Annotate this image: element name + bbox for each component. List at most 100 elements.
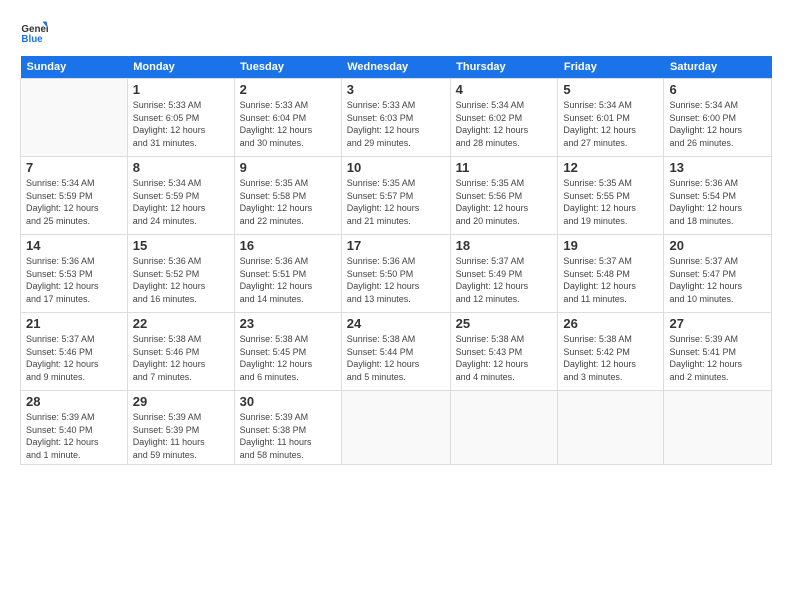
calendar-cell: 20 Sunrise: 5:37 AM Sunset: 5:47 PM Dayli… [664,235,772,313]
day-number: 20 [669,238,766,253]
day-number: 19 [563,238,658,253]
calendar-cell: 28Sunrise: 5:39 AM Sunset: 5:40 PM Dayli… [21,391,128,465]
calendar-cell: 23 Sunrise: 5:38 AM Sunset: 5:45 PM Dayli… [234,313,341,391]
calendar-week-row: 21 Sunrise: 5:37 AM Sunset: 5:46 PM Dayli… [21,313,772,391]
calendar-cell: 1 Sunrise: 5:33 AM Sunset: 6:05 PM Daylig… [127,79,234,157]
calendar-cell: 4 Sunrise: 5:34 AM Sunset: 6:02 PM Daylig… [450,79,558,157]
calendar-cell: 14 Sunrise: 5:36 AM Sunset: 5:53 PM Dayli… [21,235,128,313]
logo: General Blue [20,18,48,46]
day-info: Sunrise: 5:35 AM Sunset: 5:56 PM Dayligh… [456,177,553,227]
calendar-week-row: 14 Sunrise: 5:36 AM Sunset: 5:53 PM Dayli… [21,235,772,313]
calendar-cell [664,391,772,465]
calendar-cell: 10 Sunrise: 5:35 AM Sunset: 5:57 PM Dayli… [341,157,450,235]
day-info: Sunrise: 5:34 AM Sunset: 6:01 PM Dayligh… [563,99,658,149]
day-info: Sunrise: 5:38 AM Sunset: 5:44 PM Dayligh… [347,333,445,383]
day-number: 22 [133,316,229,331]
day-info: Sunrise: 5:37 AM Sunset: 5:49 PM Dayligh… [456,255,553,305]
day-number: 25 [456,316,553,331]
day-number: 24 [347,316,445,331]
day-number: 2 [240,82,336,97]
day-info: Sunrise: 5:35 AM Sunset: 5:57 PM Dayligh… [347,177,445,227]
calendar-week-row: 7 Sunrise: 5:34 AM Sunset: 5:59 PM Daylig… [21,157,772,235]
day-info: Sunrise: 5:35 AM Sunset: 5:55 PM Dayligh… [563,177,658,227]
day-info: Sunrise: 5:36 AM Sunset: 5:53 PM Dayligh… [26,255,122,305]
day-number: 6 [669,82,766,97]
day-info: Sunrise: 5:38 AM Sunset: 5:45 PM Dayligh… [240,333,336,383]
day-info: Sunrise: 5:34 AM Sunset: 6:00 PM Dayligh… [669,99,766,149]
day-info: Sunrise: 5:36 AM Sunset: 5:50 PM Dayligh… [347,255,445,305]
calendar-cell [341,391,450,465]
calendar-body: 1 Sunrise: 5:33 AM Sunset: 6:05 PM Daylig… [21,79,772,465]
day-info: Sunrise: 5:37 AM Sunset: 5:48 PM Dayligh… [563,255,658,305]
weekday-header: Thursday [450,56,558,79]
day-number: 9 [240,160,336,175]
day-number: 3 [347,82,445,97]
calendar-cell: 2 Sunrise: 5:33 AM Sunset: 6:04 PM Daylig… [234,79,341,157]
calendar-week-row: 1 Sunrise: 5:33 AM Sunset: 6:05 PM Daylig… [21,79,772,157]
day-info: Sunrise: 5:33 AM Sunset: 6:04 PM Dayligh… [240,99,336,149]
day-number: 23 [240,316,336,331]
svg-text:Blue: Blue [21,34,43,45]
calendar-cell: 17 Sunrise: 5:36 AM Sunset: 5:50 PM Dayli… [341,235,450,313]
day-number: 26 [563,316,658,331]
day-number: 8 [133,160,229,175]
day-number: 12 [563,160,658,175]
calendar-cell: 19 Sunrise: 5:37 AM Sunset: 5:48 PM Dayli… [558,235,664,313]
day-number: 16 [240,238,336,253]
day-info: Sunrise: 5:37 AM Sunset: 5:47 PM Dayligh… [669,255,766,305]
calendar-cell: 25 Sunrise: 5:38 AM Sunset: 5:43 PM Dayli… [450,313,558,391]
calendar-cell: 5 Sunrise: 5:34 AM Sunset: 6:01 PM Daylig… [558,79,664,157]
day-number: 11 [456,160,553,175]
day-number: 1 [133,82,229,97]
calendar-cell: 26 Sunrise: 5:38 AM Sunset: 5:42 PM Dayli… [558,313,664,391]
calendar-cell: 11 Sunrise: 5:35 AM Sunset: 5:56 PM Dayli… [450,157,558,235]
day-info: Sunrise: 5:37 AM Sunset: 5:46 PM Dayligh… [26,333,122,383]
day-info: Sunrise: 5:38 AM Sunset: 5:43 PM Dayligh… [456,333,553,383]
day-number: 21 [26,316,122,331]
calendar-cell: 27Sunrise: 5:39 AM Sunset: 5:41 PM Dayli… [664,313,772,391]
day-info: Sunrise: 5:33 AM Sunset: 6:05 PM Dayligh… [133,99,229,149]
day-number: 29 [133,394,229,409]
day-number: 7 [26,160,122,175]
day-number: 15 [133,238,229,253]
calendar-cell: 9 Sunrise: 5:35 AM Sunset: 5:58 PM Daylig… [234,157,341,235]
day-number: 5 [563,82,658,97]
calendar-cell [558,391,664,465]
day-info: Sunrise: 5:34 AM Sunset: 6:02 PM Dayligh… [456,99,553,149]
day-info: Sunrise: 5:34 AM Sunset: 5:59 PM Dayligh… [26,177,122,227]
calendar-cell: 12 Sunrise: 5:35 AM Sunset: 5:55 PM Dayli… [558,157,664,235]
day-number: 30 [240,394,336,409]
day-info: Sunrise: 5:36 AM Sunset: 5:51 PM Dayligh… [240,255,336,305]
page-header: General Blue [20,18,772,46]
weekday-header: Sunday [21,56,128,79]
day-info: Sunrise: 5:35 AM Sunset: 5:58 PM Dayligh… [240,177,336,227]
calendar-cell: 22 Sunrise: 5:38 AM Sunset: 5:46 PM Dayli… [127,313,234,391]
calendar-cell: 13Sunrise: 5:36 AM Sunset: 5:54 PM Dayli… [664,157,772,235]
day-info: Sunrise: 5:38 AM Sunset: 5:42 PM Dayligh… [563,333,658,383]
day-number: 18 [456,238,553,253]
weekday-header-row: SundayMondayTuesdayWednesdayThursdayFrid… [21,56,772,79]
day-number: 14 [26,238,122,253]
calendar-cell: 24 Sunrise: 5:38 AM Sunset: 5:44 PM Dayli… [341,313,450,391]
calendar-cell: 15Sunrise: 5:36 AM Sunset: 5:52 PM Dayli… [127,235,234,313]
day-number: 10 [347,160,445,175]
day-info: Sunrise: 5:33 AM Sunset: 6:03 PM Dayligh… [347,99,445,149]
day-number: 28 [26,394,122,409]
day-info: Sunrise: 5:38 AM Sunset: 5:46 PM Dayligh… [133,333,229,383]
weekday-header: Wednesday [341,56,450,79]
day-number: 4 [456,82,553,97]
day-number: 17 [347,238,445,253]
day-number: 27 [669,316,766,331]
calendar-week-row: 28Sunrise: 5:39 AM Sunset: 5:40 PM Dayli… [21,391,772,465]
calendar-cell: 6 Sunrise: 5:34 AM Sunset: 6:00 PM Daylig… [664,79,772,157]
day-info: Sunrise: 5:39 AM Sunset: 5:38 PM Dayligh… [240,411,336,461]
calendar-table: SundayMondayTuesdayWednesdayThursdayFrid… [20,56,772,465]
weekday-header: Friday [558,56,664,79]
day-number: 13 [669,160,766,175]
calendar-cell: 29Sunrise: 5:39 AM Sunset: 5:39 PM Dayli… [127,391,234,465]
logo-icon: General Blue [20,18,48,46]
calendar-cell [450,391,558,465]
weekday-header: Tuesday [234,56,341,79]
calendar-cell [21,79,128,157]
calendar-cell: 8Sunrise: 5:34 AM Sunset: 5:59 PM Daylig… [127,157,234,235]
